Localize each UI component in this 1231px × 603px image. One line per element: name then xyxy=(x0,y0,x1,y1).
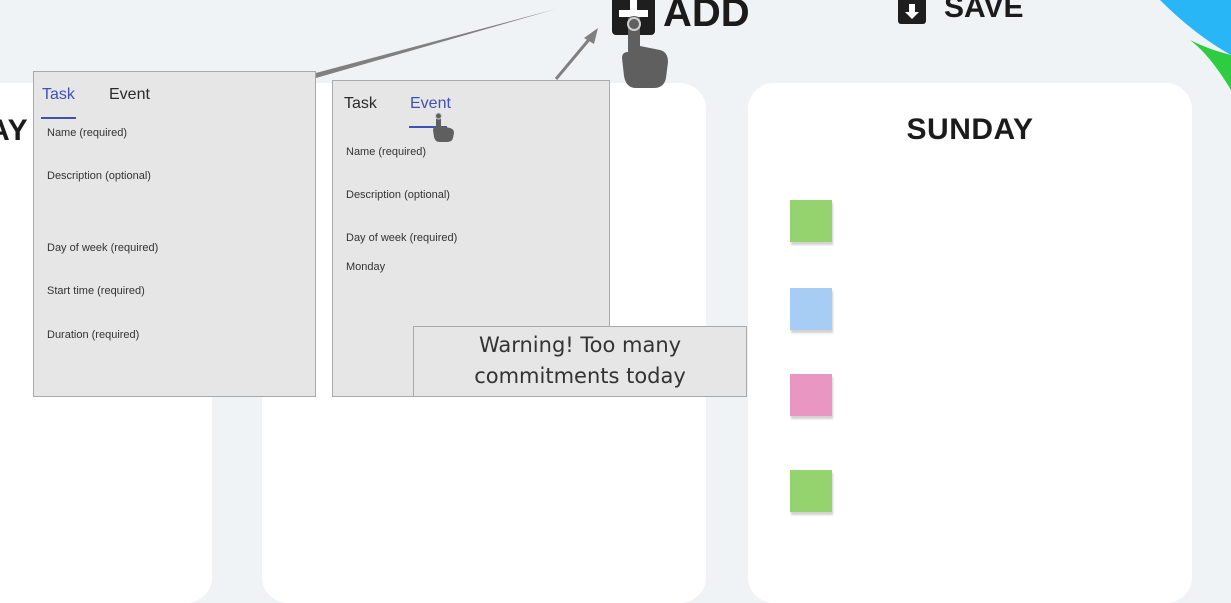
tab-task[interactable]: Task xyxy=(344,95,377,113)
day-title-sunday: SUNDAY xyxy=(906,113,1034,146)
start-time-field-label[interactable]: Start time (required) xyxy=(47,285,145,297)
name-field-label[interactable]: Name (required) xyxy=(346,146,426,158)
day-of-week-value[interactable]: Monday xyxy=(346,261,385,273)
tab-task[interactable]: Task xyxy=(42,86,75,104)
duration-field-label[interactable]: Duration (required) xyxy=(47,329,139,341)
description-field-label[interactable]: Description (optional) xyxy=(346,189,450,201)
warning-line-2: commitments today xyxy=(474,364,686,388)
sticky-note-green-2[interactable] xyxy=(790,470,832,512)
sticky-note-green[interactable] xyxy=(790,200,832,242)
day-of-week-field-label[interactable]: Day of week (required) xyxy=(346,232,457,244)
warning-line-1: Warning! Too many xyxy=(478,333,682,357)
pointer-hand-icon xyxy=(622,16,668,88)
name-field-label[interactable]: Name (required) xyxy=(47,127,127,139)
tab-event[interactable]: Event xyxy=(109,86,150,104)
corner-swoosh-decoration xyxy=(1160,0,1231,90)
pointer-hand-icon xyxy=(433,112,454,142)
download-icon xyxy=(898,0,926,24)
add-label: ADD xyxy=(663,0,750,35)
day-of-week-field-label[interactable]: Day of week (required) xyxy=(47,242,158,254)
sticky-note-blue[interactable] xyxy=(790,288,832,330)
day-title-left: DAY xyxy=(0,114,29,147)
sticky-note-pink[interactable] xyxy=(790,374,832,416)
tab-event[interactable]: Event xyxy=(410,95,451,113)
tab-task-underline xyxy=(41,117,76,119)
warning-callout: Warning! Too many commitments today xyxy=(413,326,747,397)
day-column-sunday xyxy=(748,83,1192,603)
save-label: SAVE xyxy=(944,0,1024,24)
save-button[interactable]: SAVE xyxy=(898,0,1023,26)
description-field-label[interactable]: Description (optional) xyxy=(47,170,151,182)
task-dialog: Task Event Name (required) Description (… xyxy=(33,71,316,397)
